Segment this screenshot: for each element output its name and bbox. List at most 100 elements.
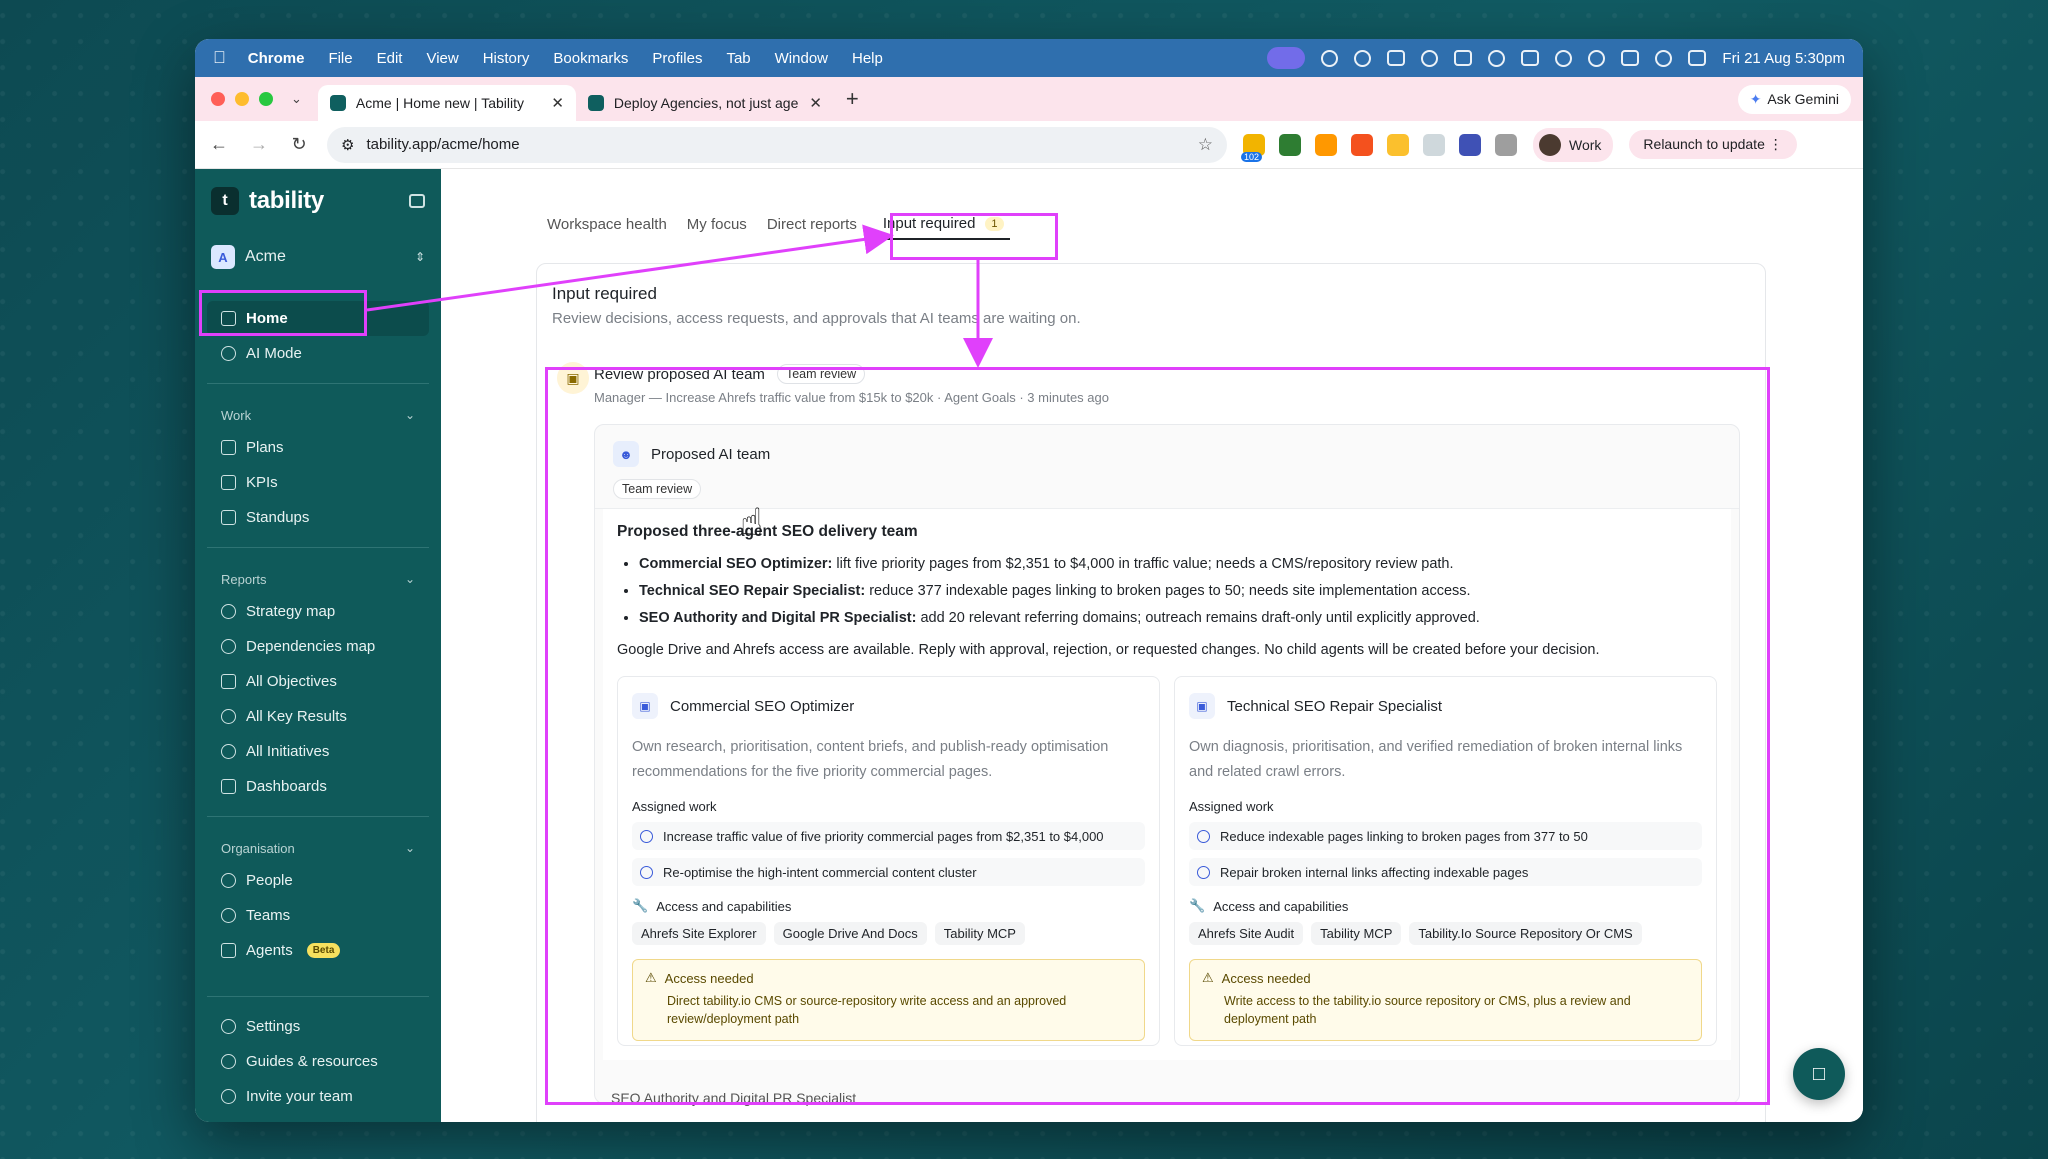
section-organisation[interactable]: Organisation ⌄ bbox=[207, 833, 429, 863]
tability-logo-icon[interactable]: t bbox=[211, 187, 239, 215]
sidebar-item-label: All Key Results bbox=[246, 708, 347, 725]
extension-amazon-icon[interactable] bbox=[1315, 133, 1337, 156]
record-icon[interactable] bbox=[1354, 49, 1372, 67]
profile-button[interactable]: Work bbox=[1533, 127, 1614, 162]
sidebar-item-all-initiatives[interactable]: All Initiatives bbox=[207, 734, 429, 769]
browser-tab-deploy[interactable]: Deploy Agencies, not just age ✕ bbox=[576, 85, 834, 121]
sidebar-item-agents[interactable]: Agents Beta bbox=[207, 933, 429, 968]
bookmark-star-icon[interactable]: ☆ bbox=[1198, 135, 1213, 155]
sidebar-item-guides[interactable]: Guides & resources bbox=[207, 1044, 429, 1079]
battery-icon[interactable] bbox=[1621, 50, 1640, 66]
extension-gauge-icon[interactable]: 102 bbox=[1241, 133, 1265, 162]
tab-my-focus[interactable]: My focus bbox=[687, 210, 747, 239]
sidebar-item-all-objectives[interactable]: All Objectives bbox=[207, 664, 429, 699]
close-tab-icon[interactable]: ✕ bbox=[551, 94, 564, 112]
relaunch-button[interactable]: Relaunch to update ⋮ bbox=[1629, 130, 1797, 159]
divider bbox=[207, 816, 429, 817]
menu-profiles[interactable]: Profiles bbox=[652, 50, 702, 67]
sidebar-item-label: Plans bbox=[246, 439, 284, 456]
minimize-window-button[interactable] bbox=[235, 92, 249, 106]
layout-icon[interactable] bbox=[1521, 50, 1540, 66]
panel-subtitle: Review decisions, access requests, and a… bbox=[552, 310, 1081, 327]
forward-arrow-icon[interactable]: → bbox=[247, 134, 271, 155]
chevron-down-icon[interactable]: ⌄ bbox=[405, 841, 415, 855]
extension-rss-icon[interactable] bbox=[1387, 133, 1409, 156]
browser-toolbar: ← → ↻ ⚙ tability.app/acme/home ☆ 102 Wor… bbox=[195, 121, 1863, 169]
sidebar-item-dashboards[interactable]: Dashboards bbox=[207, 769, 429, 804]
section-reports[interactable]: Reports ⌄ bbox=[207, 564, 429, 594]
menu-bookmarks[interactable]: Bookmarks bbox=[553, 50, 628, 67]
wifi-icon[interactable] bbox=[1588, 49, 1606, 67]
tab-direct-reports[interactable]: Direct reports bbox=[767, 210, 857, 239]
menu-view[interactable]: View bbox=[426, 50, 458, 67]
sidebar-item-label: Teams bbox=[246, 907, 291, 924]
chevron-down-icon[interactable]: ⌄ bbox=[405, 408, 415, 422]
close-window-button[interactable] bbox=[211, 92, 225, 106]
search-icon[interactable] bbox=[1655, 49, 1673, 67]
divider bbox=[207, 996, 429, 997]
tab-search-chevron-icon[interactable]: ⌄ bbox=[291, 91, 302, 107]
sidebar-item-settings[interactable]: Settings bbox=[207, 1009, 429, 1044]
sidebar-item-all-key-results[interactable]: All Key Results bbox=[207, 699, 429, 734]
apple-icon[interactable]:  bbox=[213, 48, 226, 68]
sidebar-item-label: Dependencies map bbox=[246, 638, 376, 655]
screen-share-icon[interactable] bbox=[1267, 47, 1306, 69]
maximize-window-button[interactable] bbox=[259, 92, 273, 106]
menu-history[interactable]: History bbox=[483, 50, 530, 67]
map-icon[interactable] bbox=[1454, 50, 1473, 66]
sidebar-item-dependencies-map[interactable]: Dependencies map bbox=[207, 629, 429, 664]
reload-icon[interactable]: ↻ bbox=[287, 134, 311, 155]
extension-bw-icon[interactable] bbox=[1279, 133, 1301, 156]
grid-icon bbox=[221, 779, 236, 794]
sidebar-item-teams[interactable]: Teams bbox=[207, 898, 429, 933]
browser-tab-tability[interactable]: Acme | Home new | Tability ✕ bbox=[317, 85, 576, 121]
new-tab-button[interactable]: + bbox=[846, 86, 859, 112]
menubar-clock[interactable]: Fri 21 Aug 5:30pm bbox=[1722, 50, 1845, 67]
profile-label: Work bbox=[1569, 136, 1602, 153]
menu-chrome[interactable]: Chrome bbox=[248, 50, 305, 67]
play-icon[interactable] bbox=[1555, 49, 1573, 67]
url-text[interactable]: tability.app/acme/home bbox=[366, 136, 519, 153]
menu-help[interactable]: Help bbox=[852, 50, 883, 67]
section-work[interactable]: Work ⌄ bbox=[207, 400, 429, 430]
sidebar-item-label: KPIs bbox=[246, 474, 278, 491]
sidebar-item-kpis[interactable]: KPIs bbox=[207, 465, 429, 500]
ask-gemini-button[interactable]: ✦ Ask Gemini bbox=[1737, 84, 1851, 114]
sidebar-item-people[interactable]: People bbox=[207, 863, 429, 898]
extension-hubspot-icon[interactable] bbox=[1351, 133, 1373, 156]
gear-icon bbox=[221, 1019, 236, 1034]
tab-workspace-health[interactable]: Workspace health bbox=[547, 210, 667, 239]
chat-support-button[interactable]: □ bbox=[1793, 1048, 1845, 1100]
menu-edit[interactable]: Edit bbox=[377, 50, 403, 67]
back-arrow-icon[interactable]: ← bbox=[207, 134, 231, 155]
close-tab-icon[interactable]: ✕ bbox=[809, 94, 822, 112]
extension-password-icon[interactable] bbox=[1459, 133, 1481, 156]
updown-chevron-icon: ⇕ bbox=[414, 250, 425, 264]
weather-icon[interactable] bbox=[1488, 49, 1506, 67]
user-plus-icon bbox=[221, 1089, 236, 1104]
more-menu-icon[interactable]: ⋮ bbox=[1769, 136, 1783, 152]
menu-tab[interactable]: Tab bbox=[726, 50, 750, 67]
sidebar-item-plans[interactable]: Plans bbox=[207, 430, 429, 465]
menu-window[interactable]: Window bbox=[775, 50, 828, 67]
openai-icon[interactable] bbox=[1421, 49, 1439, 67]
chevron-down-icon[interactable]: ⌄ bbox=[405, 572, 415, 586]
sidebar-item-ai-mode[interactable]: AI Mode bbox=[207, 336, 429, 371]
control-center-icon[interactable] bbox=[1688, 50, 1707, 66]
sidebar-item-standups[interactable]: Standups bbox=[207, 500, 429, 535]
menu-file[interactable]: File bbox=[328, 50, 352, 67]
box-icon[interactable] bbox=[1387, 50, 1406, 66]
sidebar-item-label: Strategy map bbox=[246, 603, 336, 620]
section-title: Reports bbox=[221, 571, 267, 587]
help-icon bbox=[221, 1054, 236, 1069]
password-icon[interactable] bbox=[1321, 49, 1339, 67]
collapse-sidebar-icon[interactable] bbox=[409, 194, 425, 208]
address-bar[interactable]: ⚙ tability.app/acme/home ☆ bbox=[327, 126, 1227, 163]
chart-icon bbox=[221, 475, 236, 490]
sidebar-item-invite[interactable]: Invite your team bbox=[207, 1079, 429, 1114]
site-settings-icon[interactable]: ⚙ bbox=[341, 136, 354, 154]
workspace-switcher[interactable]: A Acme ⇕ bbox=[207, 241, 429, 273]
extensions-puzzle-icon[interactable] bbox=[1495, 133, 1517, 156]
extension-bird-icon[interactable] bbox=[1423, 133, 1445, 156]
sidebar-item-strategy-map[interactable]: Strategy map bbox=[207, 594, 429, 629]
